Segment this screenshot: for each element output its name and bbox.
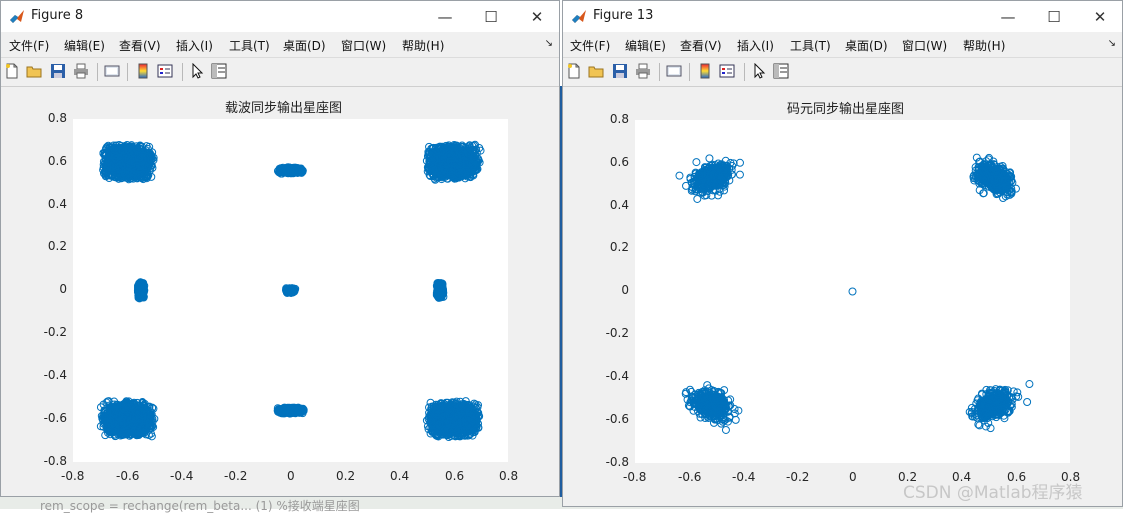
menu-desktop[interactable]: 桌面(D): [283, 37, 326, 54]
toolbar-separator: [127, 63, 128, 81]
menu-file[interactable]: 文件(F): [9, 37, 49, 54]
insert-legend-icon[interactable]: [157, 63, 173, 79]
constellation-cluster: [99, 140, 158, 184]
menu-tools[interactable]: 工具(T): [229, 37, 270, 54]
menu-window[interactable]: 窗口(W): [341, 37, 386, 54]
axes-area[interactable]: [73, 119, 508, 462]
constellation-plot[interactable]: [73, 119, 508, 462]
menu-bar: 文件(F) 编辑(E) 查看(V) 插入(I) 工具(T) 桌面(D) 窗口(W…: [1, 32, 559, 57]
constellation-cluster: [96, 397, 159, 441]
figure-toolbar: [1, 57, 559, 87]
pointer-icon[interactable]: [189, 63, 205, 79]
constellation-cluster: [422, 397, 484, 442]
window-title: Figure 8: [31, 8, 84, 23]
close-button[interactable]: ✕: [514, 1, 559, 32]
menu-edit[interactable]: 编辑(E): [64, 37, 105, 54]
new-file-icon[interactable]: [4, 63, 20, 79]
menu-insert[interactable]: 插入(I): [176, 37, 213, 54]
toolbar-separator: [182, 63, 183, 81]
menu-view[interactable]: 查看(V): [119, 37, 161, 54]
title-bar[interactable]: Figure 8 — ☐ ✕: [1, 1, 559, 32]
background-code-line: rem_scope = rechange(rem_beta... (1) %接收…: [40, 499, 360, 513]
link-plot-icon[interactable]: [135, 63, 151, 79]
print-preview-icon[interactable]: [104, 63, 120, 79]
property-inspector-icon[interactable]: [211, 63, 227, 79]
constellation-cluster: [422, 140, 485, 184]
print-icon[interactable]: [73, 63, 89, 79]
menu-help[interactable]: 帮助(H): [402, 37, 444, 54]
minimize-button[interactable]: —: [422, 1, 468, 32]
plot-title: 载波同步输出星座图: [225, 101, 343, 116]
save-icon[interactable]: [50, 63, 66, 79]
open-folder-icon[interactable]: [26, 63, 42, 79]
maximize-button[interactable]: ☐: [468, 1, 514, 32]
matlab-logo-icon: [10, 10, 24, 23]
figure-8-window[interactable]: Figure 8 — ☐ ✕ 文件(F) 编辑(E) 查看(V) 插入(I) 工…: [0, 0, 560, 497]
toolbar-separator: [97, 63, 98, 81]
menu-overflow-icon[interactable]: ↘: [545, 38, 553, 49]
